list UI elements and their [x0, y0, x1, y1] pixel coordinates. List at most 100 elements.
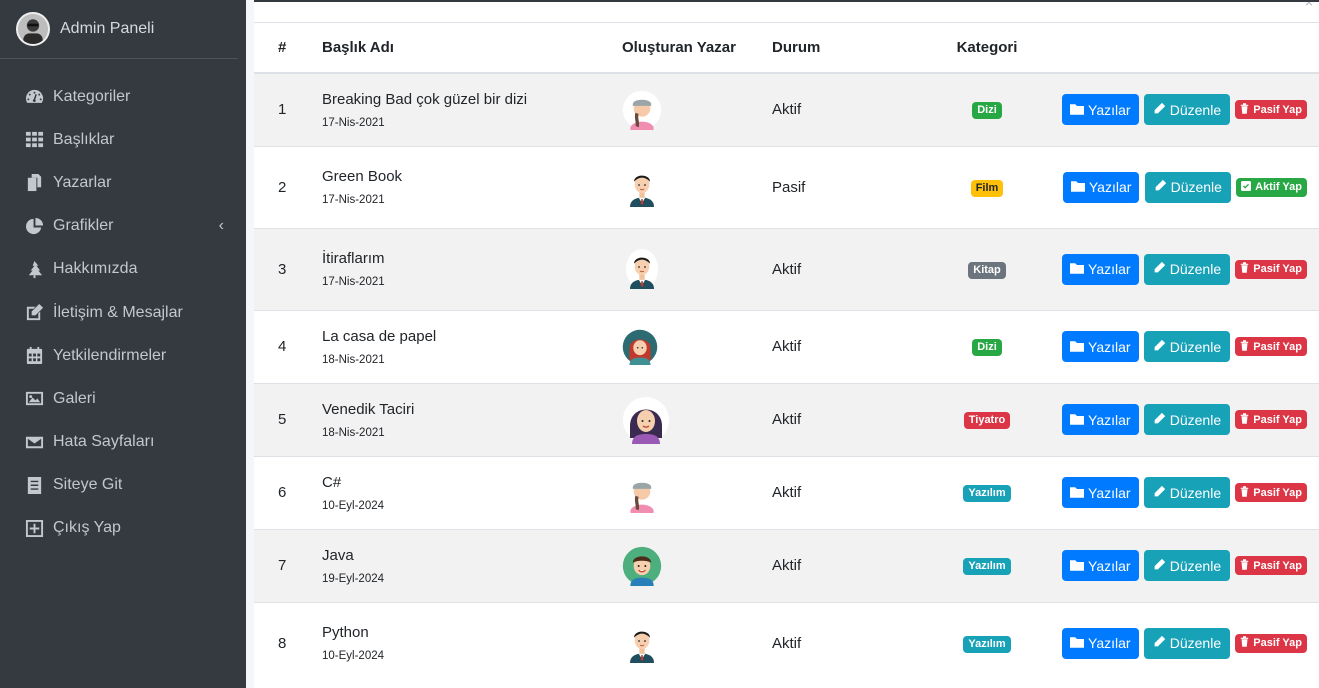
- edit-button[interactable]: Düzenle: [1144, 171, 1231, 203]
- sidebar-nav: Kategoriler Başlıklar Yazarlar Grafikler…: [0, 75, 246, 550]
- actions-cell: Yazılar Düzenle Pasif Yap: [1052, 601, 1319, 684]
- author-avatar: [622, 167, 772, 207]
- sidebar-item-cikis-yap[interactable]: Çıkış Yap: [0, 507, 246, 550]
- posts-button[interactable]: Yazılar: [1062, 171, 1140, 203]
- pencil-icon: [1153, 102, 1166, 118]
- sidebar-item-label: Başlıklar: [53, 130, 115, 148]
- author-avatar: [622, 546, 772, 586]
- posts-button[interactable]: Yazılar: [1062, 253, 1139, 285]
- edit-button[interactable]: Düzenle: [1143, 404, 1231, 435]
- category-badge: Dizi: [972, 102, 1002, 120]
- edit-button[interactable]: Düzenle: [1143, 627, 1231, 659]
- sidebar-item-label: Grafikler: [53, 217, 114, 235]
- toggle-status-button[interactable]: Pasif Yap: [1235, 259, 1307, 279]
- edit-button[interactable]: Düzenle: [1143, 550, 1231, 581]
- sidebar-item-hakkimizda[interactable]: Hakkımızda: [0, 248, 246, 291]
- header-author: Oluşturan Yazar: [622, 23, 772, 74]
- toggle-status-button[interactable]: Pasif Yap: [1235, 100, 1307, 120]
- actions-cell: Yazılar Düzenle Aktif Yap: [1052, 145, 1319, 228]
- author-cell: [622, 382, 772, 456]
- sidebar-item-kategoriler[interactable]: Kategoriler: [0, 75, 246, 118]
- header-num: #: [254, 23, 322, 74]
- sidebar-item-siteye-git[interactable]: Siteye Git: [0, 464, 246, 507]
- sidebar-item-grafikler[interactable]: Grafikler ‹: [0, 205, 246, 248]
- row-number: 7: [254, 528, 322, 602]
- chevron-left-icon[interactable]: ‹: [219, 217, 224, 235]
- toggle-status-button[interactable]: Pasif Yap: [1235, 556, 1307, 575]
- edit-button-label: Düzenle: [1169, 557, 1222, 574]
- title-cell: La casa de papel 18-Nis-2021: [322, 309, 622, 383]
- header-category: Kategori: [922, 23, 1052, 74]
- status-cell: Aktif: [772, 528, 922, 602]
- toggle-status-button[interactable]: Aktif Yap: [1236, 177, 1307, 197]
- posts-button[interactable]: Yazılar: [1062, 94, 1139, 126]
- author-avatar: [622, 396, 772, 444]
- posts-button-label: Yazılar: [1088, 338, 1131, 355]
- sidebar-item-hata-sayfalari[interactable]: Hata Sayfaları: [0, 421, 246, 464]
- title-date: 18-Nis-2021: [322, 353, 385, 366]
- table-header: # Başlık Adı Oluşturan Yazar Durum Kateg…: [254, 23, 1319, 74]
- edit-button-label: Düzenle: [1169, 338, 1222, 355]
- sidebar-item-basliklar[interactable]: Başlıklar: [0, 118, 246, 161]
- sidebar-item-label: Hata Sayfaları: [53, 433, 155, 451]
- brand-title: Admin Paneli: [60, 20, 155, 37]
- folder-icon: [1070, 102, 1085, 118]
- pencil-icon: [1154, 179, 1167, 195]
- edit-button[interactable]: Düzenle: [1143, 253, 1231, 285]
- title-name: Green Book: [322, 168, 403, 185]
- sidebar-item-iletisim[interactable]: İletişim & Mesajlar: [0, 291, 246, 334]
- edit-button[interactable]: Düzenle: [1143, 94, 1231, 126]
- sidebar-item-label: Çıkış Yap: [53, 519, 121, 537]
- toggle-status-button[interactable]: Pasif Yap: [1235, 337, 1307, 356]
- title-date: 17-Nis-2021: [322, 116, 385, 129]
- author-avatar: [622, 623, 772, 664]
- sidebar-item-label: Kategoriler: [53, 87, 131, 105]
- category-badge: Dizi: [972, 339, 1002, 356]
- author-cell: [622, 528, 772, 602]
- actions-cell: Yazılar Düzenle Pasif Yap: [1052, 72, 1319, 146]
- folder-icon: [1070, 179, 1085, 195]
- sidebar-item-yazarlar[interactable]: Yazarlar: [0, 161, 246, 204]
- status-cell: Aktif: [772, 227, 922, 310]
- row-number: 4: [254, 309, 322, 383]
- status-cell: Aktif: [772, 309, 922, 383]
- list-icon: [24, 475, 44, 495]
- posts-button[interactable]: Yazılar: [1062, 627, 1139, 659]
- tree-icon: [24, 259, 44, 279]
- posts-button[interactable]: Yazılar: [1062, 550, 1139, 581]
- title-cell: Breaking Bad çok güzel bir dizi 17-Nis-20…: [322, 72, 622, 146]
- toggle-status-button[interactable]: Pasif Yap: [1235, 483, 1307, 502]
- sidebar-item-galeri[interactable]: Galeri: [0, 377, 246, 420]
- edit-button[interactable]: Düzenle: [1143, 477, 1231, 508]
- toggle-status-label: Pasif Yap: [1253, 559, 1302, 572]
- title-cell: C# 10-Eyl-2024: [322, 455, 622, 529]
- title-date: 17-Nis-2021: [322, 276, 385, 288]
- tachometer-icon: [24, 87, 44, 107]
- folder-icon: [1070, 485, 1085, 501]
- edit-icon: [24, 303, 44, 323]
- title-date: 10-Eyl-2024: [322, 499, 385, 512]
- close-icon[interactable]: ×: [1305, 2, 1313, 10]
- brand[interactable]: Admin Paneli: [0, 0, 238, 59]
- posts-button-label: Yazılar: [1088, 261, 1131, 277]
- toggle-status-button[interactable]: Pasif Yap: [1235, 410, 1307, 429]
- edit-button-label: Düzenle: [1169, 635, 1222, 652]
- trash-icon: [1240, 412, 1249, 427]
- row-number: 6: [254, 455, 322, 529]
- status-cell: Aktif: [772, 382, 922, 456]
- main-content: × # Başlık Adı Oluşturan Yazar Durum Kat…: [246, 0, 1319, 688]
- edit-button[interactable]: Düzenle: [1143, 331, 1231, 362]
- folder-icon: [1070, 261, 1085, 277]
- posts-button[interactable]: Yazılar: [1062, 331, 1139, 362]
- posts-button[interactable]: Yazılar: [1062, 477, 1139, 508]
- author-avatar: [622, 473, 772, 513]
- sidebar-item-yetkilendirmeler[interactable]: Yetkilendirmeler: [0, 334, 246, 377]
- table-row: 4 La casa de papel 18-Nis-2021 Aktif Dizi Yaz…: [254, 309, 1319, 383]
- toggle-status-button[interactable]: Pasif Yap: [1235, 633, 1307, 653]
- title-name: İtiraflarım: [322, 250, 385, 267]
- table-row: 6 C# 10-Eyl-2024 Aktif Yazılım Yazılar Düzenl…: [254, 455, 1319, 529]
- actions-cell: Yazılar Düzenle Pasif Yap: [1052, 528, 1319, 602]
- folder-icon: [1070, 558, 1085, 574]
- posts-button[interactable]: Yazılar: [1062, 404, 1139, 435]
- sidebar: Admin Paneli Kategoriler Başlıklar Yazar…: [0, 0, 246, 688]
